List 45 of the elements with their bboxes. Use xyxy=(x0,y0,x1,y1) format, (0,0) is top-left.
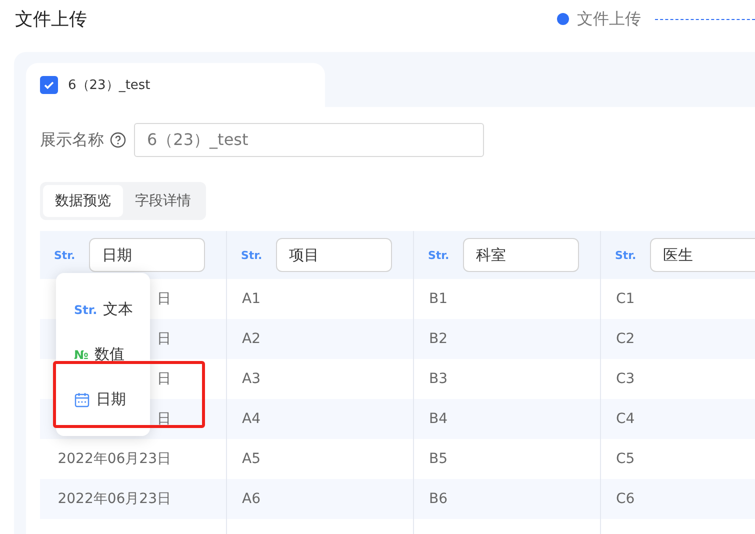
number-type-icon: № xyxy=(74,348,88,362)
file-tab[interactable]: 6（23）_test xyxy=(26,63,325,107)
menu-item[interactable]: 文本 xyxy=(103,300,134,319)
table-cell-text: 日 xyxy=(156,330,171,348)
field-label: 展示名称 xyxy=(40,130,104,150)
table-cell: A1 xyxy=(242,291,260,307)
table-cell-text: 日 xyxy=(156,410,171,428)
column-name-input[interactable]: 日期 xyxy=(89,238,206,272)
page-title: 文件上传 xyxy=(15,8,88,31)
table-cell: C3 xyxy=(616,371,635,387)
table-cell: B6 xyxy=(429,491,448,507)
table-cell: C4 xyxy=(616,411,635,427)
menu-item[interactable]: 日期 xyxy=(96,390,126,409)
menu-item[interactable]: 数值 xyxy=(94,345,124,364)
table-cell-text: 2022年06月23日 xyxy=(56,490,171,508)
view-tab[interactable]: 字段详情 xyxy=(123,185,203,217)
table-cell-text: 日 xyxy=(156,290,171,308)
table-cell: B2 xyxy=(429,331,448,347)
table-cell: A5 xyxy=(242,451,260,467)
calendar-icon xyxy=(74,392,90,408)
table-cell: B3 xyxy=(429,371,448,387)
table-cell: A3 xyxy=(242,371,260,387)
column-name-input[interactable]: 医生 xyxy=(650,238,755,272)
table-cell-text: 2022年06月23日 xyxy=(56,450,171,468)
step-label: 文件上传 xyxy=(577,8,641,30)
table-cell: C6 xyxy=(616,491,635,507)
column-name-input[interactable]: 科室 xyxy=(463,238,580,272)
table-cell: C2 xyxy=(616,331,635,347)
column-name-input[interactable]: 项目 xyxy=(276,238,392,272)
table-cell: C1 xyxy=(616,291,635,307)
table-cell: A6 xyxy=(242,491,260,507)
table-cell: C5 xyxy=(616,451,635,467)
table-cell: B4 xyxy=(429,411,448,427)
check-icon xyxy=(43,79,55,91)
help-icon[interactable] xyxy=(110,132,126,148)
file-name: 6（23）_test xyxy=(68,77,150,94)
checkbox[interactable] xyxy=(40,76,58,94)
table-cell: B5 xyxy=(429,451,448,467)
text-type-icon: Str. xyxy=(74,302,98,316)
view-tab[interactable]: 数据预览 xyxy=(43,185,123,217)
table-cell: A2 xyxy=(242,331,260,347)
table-cell: A4 xyxy=(242,411,260,427)
name-input[interactable]: 6（23）_test xyxy=(134,123,484,157)
table-cell-text: 日 xyxy=(156,370,171,388)
table-cell: B1 xyxy=(429,291,448,307)
